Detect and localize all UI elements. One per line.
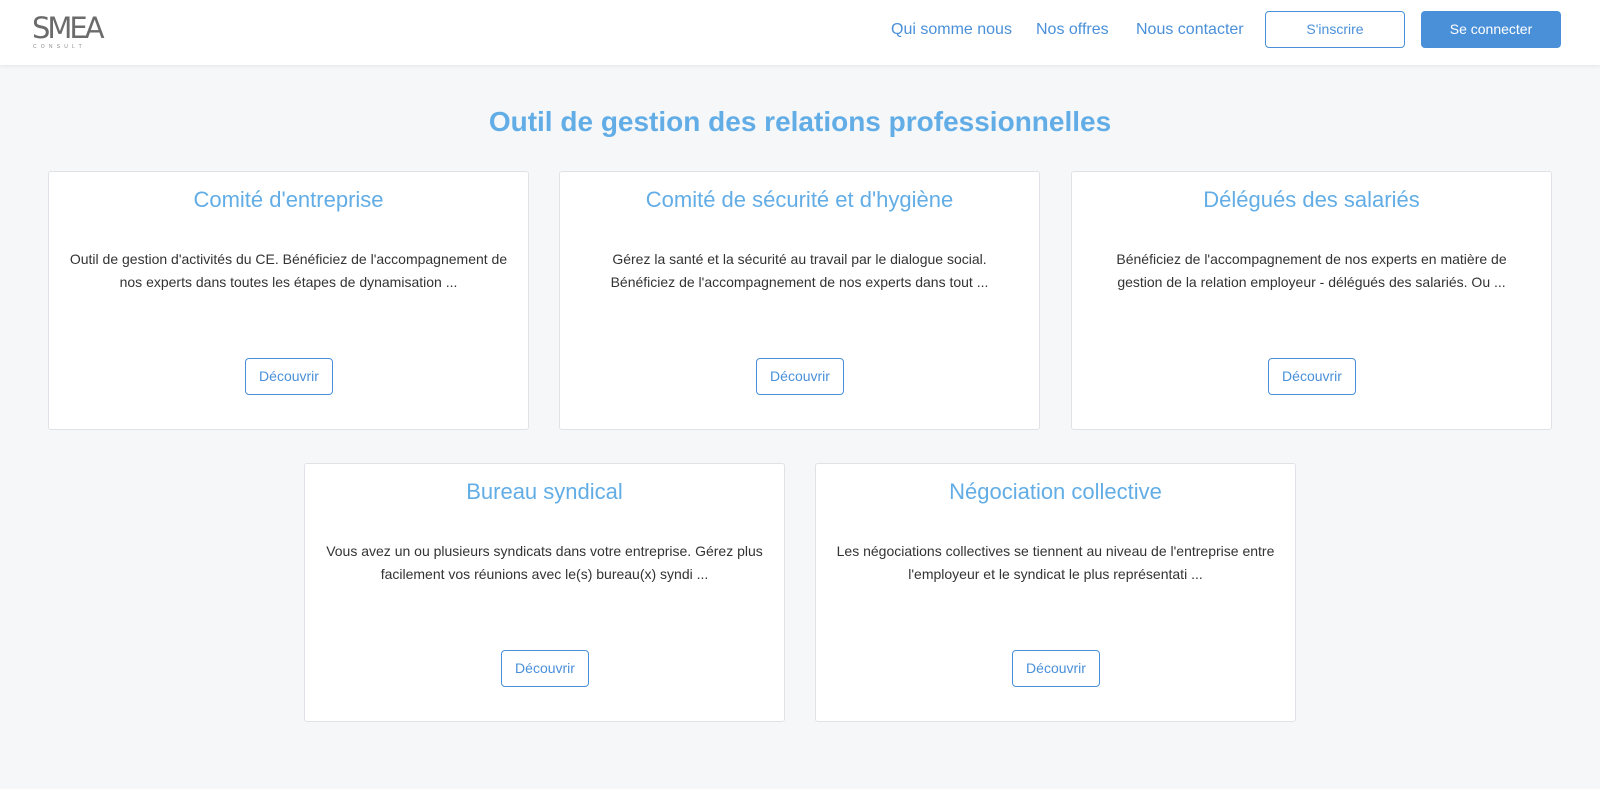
- card-title: Négociation collective: [949, 479, 1162, 504]
- nav-link-nos-offres[interactable]: Nos offres: [1036, 18, 1109, 42]
- discover-button[interactable]: Découvrir: [1012, 650, 1100, 687]
- card-description: Bénéficiez de l'accompagnement de nos ex…: [1116, 251, 1507, 290]
- logo-wordmark: SMEA: [32, 11, 105, 45]
- card-description: Vous avez un ou plusieurs syndicats dans…: [326, 543, 763, 582]
- card-title: Délégués des salariés: [1203, 187, 1420, 212]
- top-navbar: SMEA CONSULT Qui somme nous Nos offres N…: [0, 0, 1600, 65]
- card-delegues-salaries: Délégués des salariés Bénéficiez de l'ac…: [1071, 171, 1552, 430]
- brand-logo[interactable]: SMEA CONSULT: [32, 12, 105, 52]
- discover-button[interactable]: Découvrir: [501, 650, 589, 687]
- nav-link-qui-somme-nous[interactable]: Qui somme nous: [891, 18, 1012, 42]
- discover-button[interactable]: Découvrir: [1268, 358, 1356, 395]
- card-negociation-collective: Négociation collective Les négociations …: [815, 463, 1296, 722]
- card-title: Bureau syndical: [466, 479, 623, 504]
- card-description: Gérez la santé et la sécurité au travail…: [610, 251, 989, 290]
- discover-button[interactable]: Découvrir: [756, 358, 844, 395]
- logo-subtext: CONSULT: [33, 44, 86, 50]
- login-button[interactable]: Se connecter: [1421, 11, 1561, 48]
- card-comite-entreprise: Comité d'entreprise Outil de gestion d'a…: [48, 171, 529, 430]
- nav-link-nous-contacter[interactable]: Nous contacter: [1136, 18, 1244, 42]
- card-title: Comité d'entreprise: [193, 187, 384, 212]
- card-description: Les négociations collectives se tiennent…: [836, 543, 1275, 582]
- page-title: Outil de gestion des relations professio…: [488, 106, 1112, 137]
- discover-button[interactable]: Découvrir: [245, 358, 333, 395]
- card-bureau-syndical: Bureau syndical Vous avez un ou plusieur…: [304, 463, 785, 722]
- card-title: Comité de sécurité et d'hygiène: [645, 187, 954, 212]
- card-comite-securite-hygiene: Comité de sécurité et d'hygiène Gérez la…: [559, 171, 1040, 430]
- signup-button[interactable]: S'inscrire: [1265, 11, 1405, 48]
- card-description: Outil de gestion d'activités du CE. Béné…: [69, 251, 508, 290]
